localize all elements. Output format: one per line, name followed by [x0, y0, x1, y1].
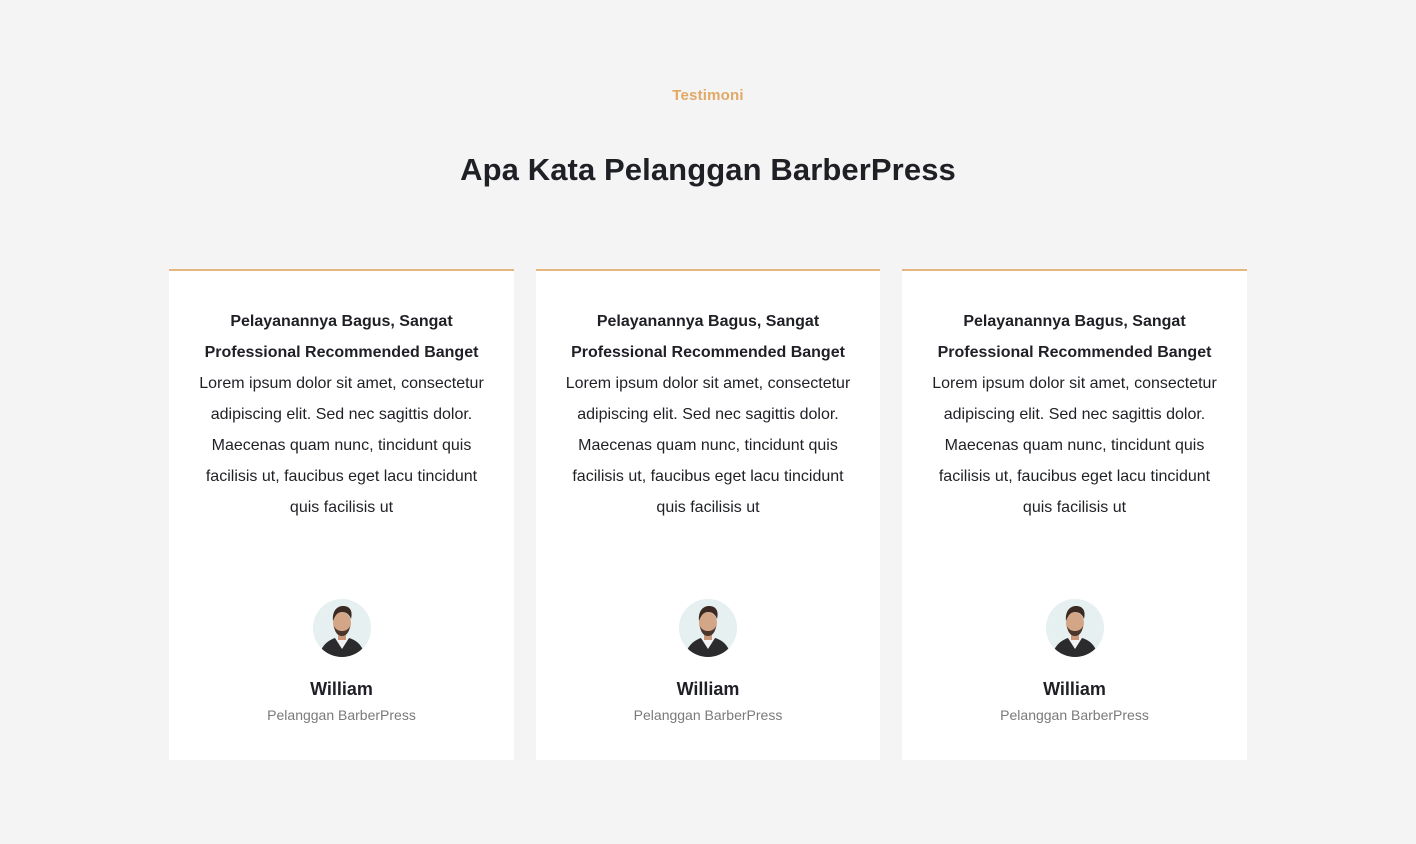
testimonial-body: Lorem ipsum dolor sit amet, consectetur … [932, 375, 1217, 516]
testimonial-card: Pelayanannya Bagus, Sangat Professional … [536, 269, 880, 760]
avatar [679, 599, 737, 657]
testimonial-section: Testimoni Apa Kata Pelanggan BarberPress… [0, 0, 1416, 844]
testimonial-card: Pelayanannya Bagus, Sangat Professional … [169, 269, 514, 760]
customer-name: William [1043, 679, 1106, 699]
testimonial-headline: Pelayanannya Bagus, Sangat Professional … [571, 313, 845, 361]
section-eyebrow: Testimoni [672, 87, 744, 104]
customer-name: William [676, 679, 740, 699]
man-portrait-avatar-icon [312, 599, 371, 657]
section-title: Apa Kata Pelanggan BarberPress [460, 152, 956, 187]
customer-name: William [310, 679, 373, 699]
man-portrait-avatar-icon [679, 599, 737, 657]
testimonial-quote: Pelayanannya Bagus, Sangat Professional … [924, 306, 1225, 523]
avatar [1045, 599, 1104, 657]
testimonial-card: Pelayanannya Bagus, Sangat Professional … [902, 269, 1247, 760]
man-portrait-avatar-icon [1045, 599, 1104, 657]
customer-role: Pelanggan BarberPress [267, 707, 416, 723]
testimonial-body: Lorem ipsum dolor sit amet, consectetur … [199, 375, 484, 516]
testimonial-quote: Pelayanannya Bagus, Sangat Professional … [191, 306, 492, 523]
avatar [312, 599, 371, 657]
testimonial-cards: Pelayanannya Bagus, Sangat Professional … [169, 269, 1247, 760]
customer-role: Pelanggan BarberPress [1000, 707, 1149, 723]
customer-role: Pelanggan BarberPress [633, 707, 783, 723]
testimonial-quote: Pelayanannya Bagus, Sangat Professional … [558, 306, 858, 523]
testimonial-headline: Pelayanannya Bagus, Sangat Professional … [204, 313, 479, 361]
testimonial-headline: Pelayanannya Bagus, Sangat Professional … [937, 313, 1212, 361]
testimonial-body: Lorem ipsum dolor sit amet, consectetur … [565, 375, 851, 516]
